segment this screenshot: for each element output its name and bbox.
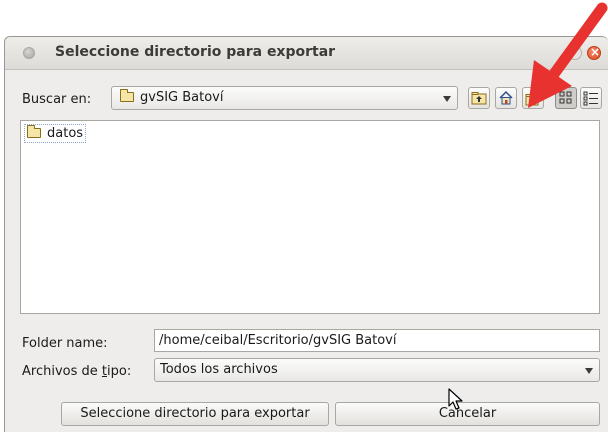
list-item-label: datos [47,126,84,141]
folder-name-input[interactable] [155,330,599,351]
file-type-value: Todos los archivos [160,362,278,377]
look-in-combobox[interactable]: gvSIG Batoví [111,86,458,110]
folder-icon [120,89,134,102]
look-in-label: Buscar en: [22,92,92,107]
file-type-label: Archivos de tipo: [22,364,131,379]
dialog-title: Seleccione directorio para exportar [55,44,336,60]
approve-button[interactable]: Seleccione directorio para exportar [61,402,329,426]
file-type-label-pre: Archivos de [22,364,102,379]
title-bar[interactable]: Seleccione directorio para exportar × [5,37,608,70]
up-one-level-button[interactable] [468,87,490,109]
list-item[interactable]: datos [24,124,87,143]
annotation-arrow-icon [528,2,608,108]
look-in-value: gvSIG Batoví [140,90,224,105]
chevron-down-icon [443,96,451,102]
window-menu-icon[interactable] [23,47,35,59]
chevron-down-icon [585,368,593,374]
file-type-combobox[interactable]: Todos los archivos [154,358,600,382]
folder-name-field[interactable] [154,329,600,352]
file-type-label-post: ipo: [107,364,132,379]
mouse-pointer-icon [448,388,463,410]
file-list[interactable]: datos [20,120,600,314]
home-icon [499,90,513,105]
folder-name-label: Folder name: [22,336,108,351]
up-folder-icon [471,92,487,105]
home-button[interactable] [495,87,517,109]
cancel-button[interactable]: Cancelar [335,402,600,426]
folder-icon [27,125,41,138]
